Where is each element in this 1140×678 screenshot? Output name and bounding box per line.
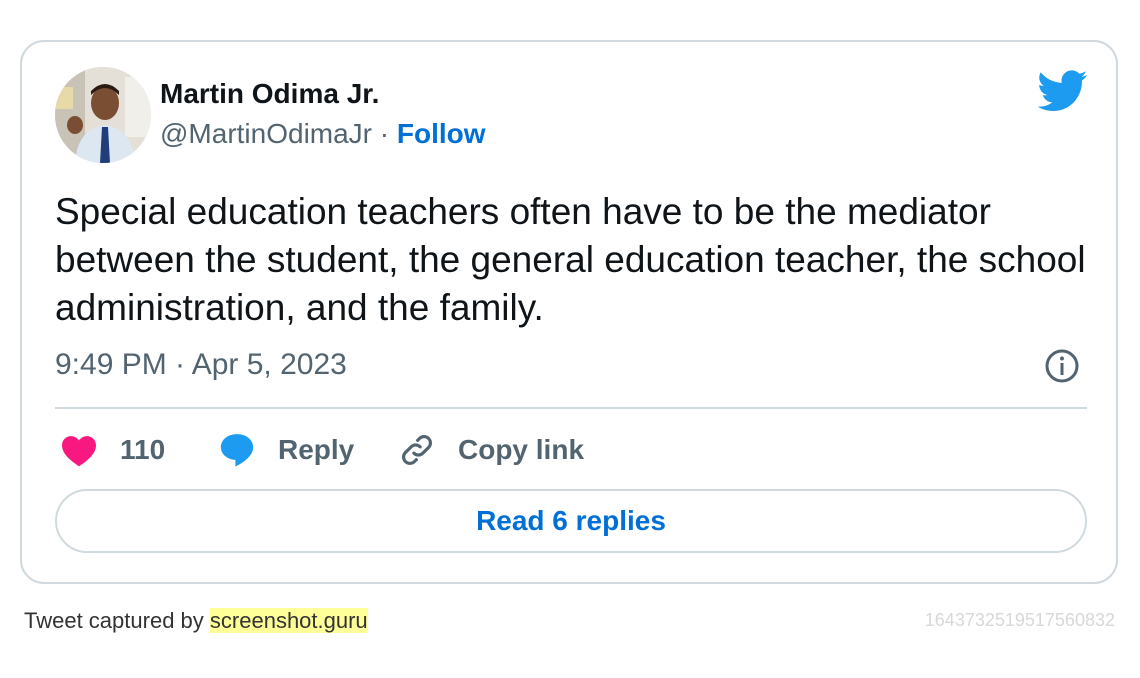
link-icon (402, 435, 432, 465)
handle-separator: · (379, 118, 390, 149)
avatar[interactable] (55, 67, 151, 163)
divider (55, 407, 1087, 409)
tweet-text: Special education teachers often have to… (55, 191, 1086, 328)
like-count: 110 (120, 434, 166, 465)
capture-site-link[interactable]: screenshot.guru (209, 608, 368, 633)
info-icon[interactable] (1044, 348, 1080, 384)
avatar-photo (55, 67, 151, 163)
like-button[interactable]: 110 (60, 428, 165, 472)
read-replies-button[interactable]: Read 6 replies (55, 489, 1087, 553)
follow-button[interactable]: Follow (397, 118, 486, 149)
capture-credit-prefix: Tweet captured by (24, 608, 204, 633)
tweet-timestamp[interactable]: 9:49 PM · Apr 5, 2023 (55, 348, 347, 382)
author-name[interactable]: Martin Odima Jr. (160, 78, 379, 110)
twitter-bird-icon[interactable] (1038, 70, 1088, 112)
speech-bubble-icon (220, 434, 254, 467)
tweet-id: 1643732519517560832 (924, 610, 1115, 630)
tweet-card: Martin Odima Jr. @MartinOdimaJr · Follow… (20, 40, 1118, 584)
copy-link-button[interactable]: Copy link (398, 428, 584, 472)
copy-link-label: Copy link (458, 434, 585, 465)
author-handle-row: @MartinOdimaJr · Follow (160, 118, 486, 150)
reply-label: Reply (278, 434, 355, 465)
capture-credit: Tweet captured by screenshot.guru (24, 608, 368, 634)
heart-icon (62, 436, 96, 467)
reply-button[interactable]: Reply (218, 428, 354, 472)
author-handle[interactable]: @MartinOdimaJr (160, 118, 372, 149)
